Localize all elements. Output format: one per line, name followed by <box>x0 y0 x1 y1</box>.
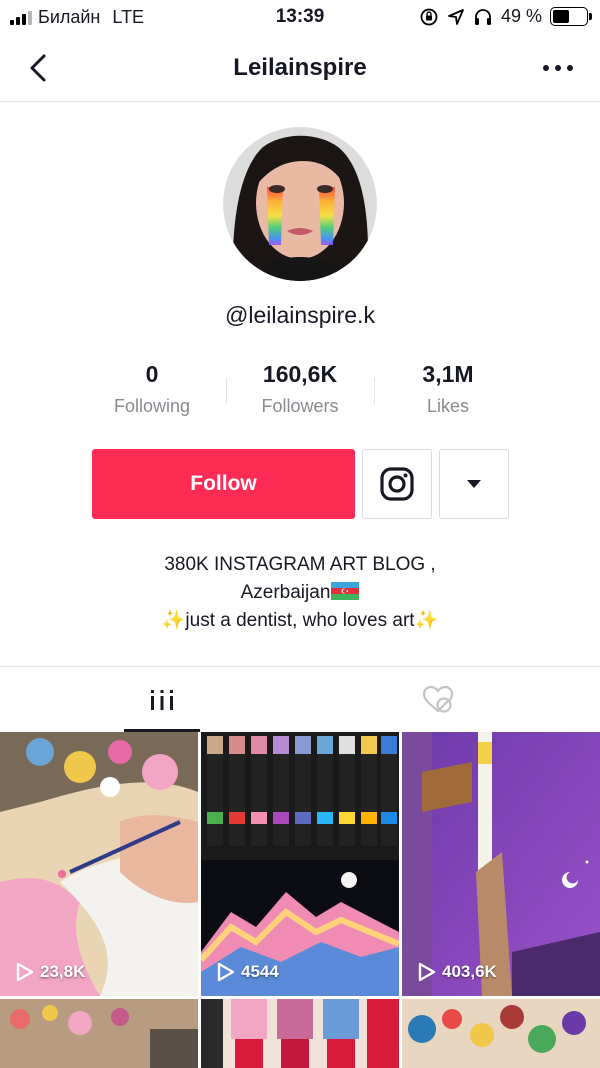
play-icon <box>418 962 436 982</box>
bio-line-2-wrap: Azerbaijan <box>0 579 600 607</box>
headphones-icon <box>474 8 491 25</box>
video-thumbnail <box>0 999 198 1068</box>
profile-bio: 380K INSTAGRAM ART BLOG , Azerbaijan ✨ju… <box>0 551 600 635</box>
bio-line-3: ✨just a dentist, who loves art✨ <box>161 610 439 631</box>
nav-bar: Leilainspire <box>0 36 600 102</box>
video-tile-5[interactable] <box>201 999 399 1068</box>
video-tile-3[interactable]: 403,6K <box>402 732 600 996</box>
suggested-accounts-button[interactable] <box>439 449 509 519</box>
location-icon <box>448 8 464 25</box>
follow-button[interactable]: Follow <box>92 449 355 519</box>
tab-liked[interactable] <box>288 667 588 732</box>
view-count-label: 4544 <box>241 962 279 981</box>
view-count: 4544 <box>217 962 279 982</box>
stat-followers[interactable]: 160,6K Followers <box>226 360 374 424</box>
orientation-lock-icon <box>420 8 438 25</box>
video-tile-2[interactable]: 4544 <box>201 732 399 996</box>
battery-percent: 49 % <box>500 6 542 26</box>
status-right: 49 % <box>419 6 592 27</box>
view-count: 403,6K <box>418 962 497 982</box>
page-title: Leilainspire <box>233 54 367 81</box>
video-tile-6[interactable] <box>402 999 600 1068</box>
bio-line-2: Azerbaijan <box>240 582 331 603</box>
stat-likes[interactable]: 3,1M Likes <box>374 360 522 424</box>
view-count-label: 23,8K <box>40 962 86 981</box>
video-thumbnail <box>402 999 600 1068</box>
more-options-button[interactable] <box>538 50 578 86</box>
stat-likes-value: 3,1M <box>422 361 474 387</box>
profile-stats: 0 Following 160,6K Followers 3,1M Likes <box>78 360 522 424</box>
play-icon <box>217 962 235 982</box>
stat-followers-label: Followers <box>261 396 339 416</box>
stat-following[interactable]: 0 Following <box>78 360 226 424</box>
more-horizontal-icon <box>543 65 573 71</box>
play-icon <box>16 962 34 982</box>
grid-icon <box>151 689 173 710</box>
view-count-label: 403,6K <box>442 962 497 981</box>
view-count: 23,8K <box>16 962 85 982</box>
stat-followers-value: 160,6K <box>262 361 338 387</box>
video-thumbnail <box>402 732 600 996</box>
video-thumbnail <box>0 732 198 996</box>
battery-icon <box>550 7 592 26</box>
bio-line-1: 380K INSTAGRAM ART BLOG , <box>164 554 436 575</box>
video-thumbnail <box>201 732 399 996</box>
video-grid: 23,8K 4544 403,6K <box>0 732 600 1068</box>
profile-handle: @leilainspire.k <box>225 302 375 328</box>
status-bar: Билайн LTE 13:39 49 % <box>0 0 600 36</box>
stat-following-label: Following <box>113 396 191 416</box>
azerbaijan-flag-icon <box>331 582 360 600</box>
caret-down-icon <box>467 480 481 488</box>
instagram-button[interactable] <box>362 449 432 519</box>
video-thumbnail <box>201 999 399 1068</box>
stat-likes-label: Likes <box>426 396 470 416</box>
video-tile-1[interactable]: 23,8K <box>0 732 198 996</box>
stat-following-value: 0 <box>145 361 159 387</box>
instagram-icon <box>380 467 414 501</box>
avatar-image <box>223 127 377 281</box>
avatar[interactable] <box>223 127 377 281</box>
tab-videos[interactable] <box>12 667 312 732</box>
liked-hidden-icon <box>422 685 454 713</box>
video-tile-4[interactable] <box>0 999 198 1068</box>
content-tabs <box>0 666 600 732</box>
